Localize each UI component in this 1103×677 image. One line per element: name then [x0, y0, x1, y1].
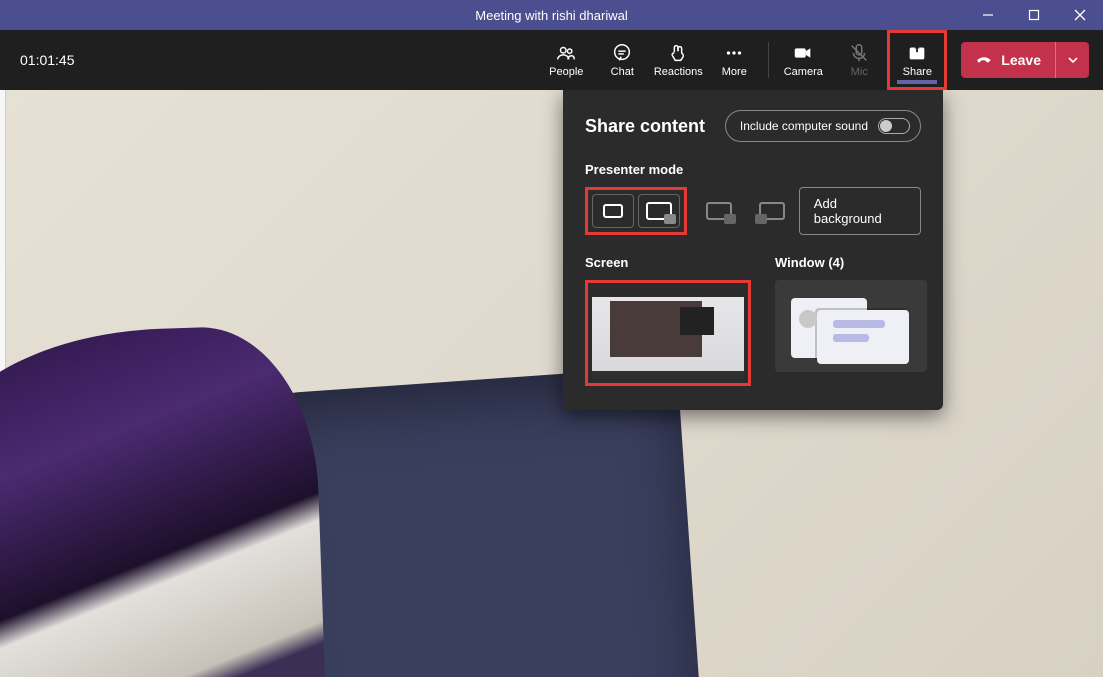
leave-button[interactable]: Leave [961, 42, 1055, 78]
window-title: Meeting with rishi dhariwal [475, 8, 627, 23]
leave-group: Leave [961, 42, 1089, 78]
reactions-label: Reactions [654, 66, 703, 78]
more-label: More [722, 66, 747, 78]
chevron-down-icon [1067, 54, 1079, 66]
share-active-indicator [897, 80, 937, 84]
share-window-thumbnail[interactable] [775, 280, 927, 372]
video-stage: Share content Include computer sound Pre… [0, 90, 1103, 677]
people-icon [555, 42, 577, 64]
camera-icon [792, 42, 814, 64]
minimize-button[interactable] [965, 0, 1011, 30]
add-background-label: Add background [814, 196, 882, 226]
video-person-shape [0, 323, 327, 677]
title-bar: Meeting with rishi dhariwal [0, 0, 1103, 30]
more-icon [723, 42, 745, 64]
mic-off-icon [848, 42, 870, 64]
share-content-title: Share content [585, 116, 705, 137]
presenter-mode-content-only[interactable] [592, 194, 634, 228]
close-button[interactable] [1057, 0, 1103, 30]
share-content-panel: Share content Include computer sound Pre… [563, 90, 943, 410]
share-screen-thumbnail[interactable] [592, 287, 744, 379]
camera-button[interactable]: Camera [775, 32, 831, 88]
reporter-icon [759, 202, 785, 220]
people-label: People [549, 66, 583, 78]
presenter-mode-highlight [585, 187, 687, 235]
content-only-icon [603, 204, 623, 218]
people-button[interactable]: People [538, 32, 594, 88]
standout-icon [646, 202, 672, 220]
reactions-button[interactable]: Reactions [650, 32, 706, 88]
meeting-toolbar: 01:01:45 People Chat Reactions [0, 30, 1103, 90]
presenter-mode-reporter[interactable] [752, 194, 793, 228]
toolbar-divider [768, 42, 769, 78]
leave-label: Leave [1001, 52, 1041, 68]
mic-button[interactable]: Mic [831, 32, 887, 88]
presenter-mode-standout[interactable] [638, 194, 680, 228]
include-sound-toggle[interactable]: Include computer sound [725, 110, 921, 142]
reactions-icon [667, 42, 689, 64]
add-background-button[interactable]: Add background [799, 187, 921, 235]
video-pillow-shape [258, 366, 702, 677]
share-button-highlight: Share [887, 30, 947, 90]
presenter-mode-side-by-side[interactable] [699, 194, 740, 228]
hangup-icon [975, 51, 993, 69]
chat-icon [611, 42, 633, 64]
toolbar-actions: People Chat Reactions More [538, 30, 1089, 90]
share-label: Share [903, 66, 932, 78]
share-tray-icon [906, 42, 928, 64]
screen-section-label: Screen [585, 255, 751, 270]
side-by-side-icon [706, 202, 732, 220]
more-button[interactable]: More [706, 32, 762, 88]
window-section-label: Window (4) [775, 255, 927, 270]
window-controls [965, 0, 1103, 30]
chat-button[interactable]: Chat [594, 32, 650, 88]
screen-thumb-highlight [585, 280, 751, 386]
leave-dropdown[interactable] [1055, 42, 1089, 78]
include-sound-label: Include computer sound [740, 119, 868, 133]
sound-switch[interactable] [878, 118, 910, 134]
maximize-button[interactable] [1011, 0, 1057, 30]
chat-label: Chat [611, 66, 634, 78]
camera-label: Camera [784, 66, 823, 78]
mic-label: Mic [851, 66, 868, 78]
presenter-mode-label: Presenter mode [585, 162, 921, 177]
meeting-timer: 01:01:45 [20, 52, 75, 68]
share-button[interactable]: Share [903, 42, 932, 78]
